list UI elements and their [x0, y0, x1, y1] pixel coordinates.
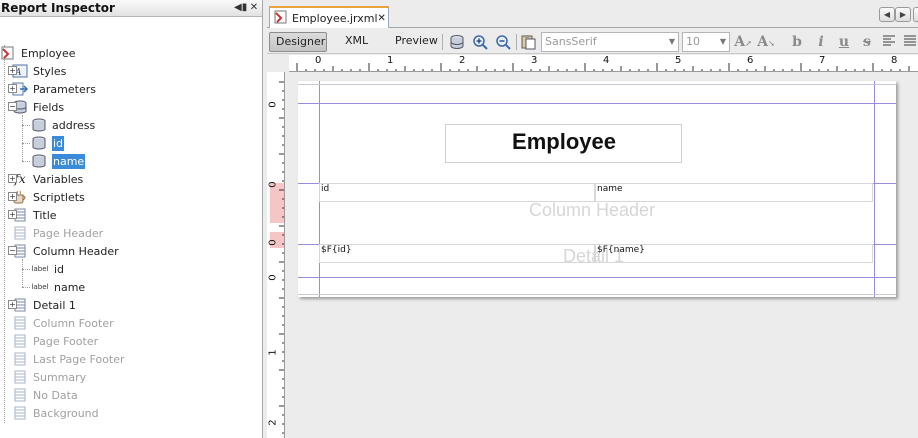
tree-item-background[interactable]: Background [12, 404, 99, 422]
collapse-toggle[interactable]: − [8, 246, 17, 255]
increase-font-icon[interactable]: A↗ [734, 33, 752, 51]
inspector-title: Report Inspector [1, 1, 115, 15]
field-icon [31, 118, 47, 132]
tree-item-summary[interactable]: Summary [12, 368, 86, 386]
report-icon [0, 46, 16, 60]
field-icon [31, 136, 47, 150]
expand-toggle[interactable]: + [8, 300, 17, 309]
tree-item-label-id[interactable]: label id [31, 260, 65, 278]
collapse-toggle[interactable]: − [8, 102, 17, 111]
tree-item-field-id[interactable]: id [31, 134, 65, 152]
tree-item-title-band[interactable]: + Title [8, 206, 57, 224]
column-header-id-label[interactable]: id [319, 183, 595, 202]
band-icon [12, 352, 28, 366]
report-page[interactable]: Employee Column Header id name Detail 1 … [298, 81, 896, 297]
ireport-window: Report Inspector ◀▮ ✕ Employee + A Style… [0, 0, 918, 438]
underline-icon[interactable]: u [835, 33, 853, 51]
font-name-select[interactable]: SansSerif ▼ [541, 32, 679, 52]
detail-id-textfield[interactable]: $F{id} [319, 244, 595, 263]
ruler-corner [267, 55, 289, 72]
tree-item-no-data[interactable]: No Data [12, 386, 78, 404]
tree-item-styles[interactable]: + A Styles [8, 62, 66, 80]
tree-item-last-page-footer[interactable]: Last Page Footer [12, 350, 125, 368]
expand-toggle[interactable]: + [8, 84, 17, 93]
tree-item-column-header[interactable]: − Column Header [8, 242, 119, 260]
field-icon [31, 154, 47, 168]
close-panel-icon[interactable]: ✕ [248, 2, 260, 14]
band-icon [12, 316, 28, 330]
tree-item-field-name[interactable]: name [31, 152, 86, 170]
designer-view-button[interactable]: Designer [269, 32, 327, 52]
tab-employee-jrxml[interactable]: Employee.jrxml ✕ [269, 6, 389, 28]
band-icon [12, 406, 28, 420]
report-inspector-panel: Report Inspector ◀▮ ✕ Employee + A Style… [0, 0, 263, 438]
label-icon: label [31, 283, 49, 291]
tree-item-detail-1[interactable]: + Detail 1 [8, 296, 76, 314]
document-tab-bar: Employee.jrxml ✕ ◀ ▶ [267, 0, 918, 28]
zoom-in-icon[interactable] [471, 33, 489, 51]
expand-toggle[interactable]: + [8, 66, 17, 75]
expand-toggle[interactable]: + [8, 192, 17, 201]
datasource-icon[interactable] [448, 33, 466, 51]
expand-toggle[interactable]: + [8, 174, 17, 183]
horizontal-ruler[interactable]: 0 1 2 3 4 5 6 7 8 [289, 55, 918, 72]
tree-item-fields[interactable]: − Fields [8, 98, 64, 116]
tree-item-parameters[interactable]: + Parameters [8, 80, 96, 98]
tree-item-employee[interactable]: Employee [0, 44, 75, 62]
tree-item-scriptlets[interactable]: + Scriptlets [8, 188, 85, 206]
tree-item-label-name[interactable]: label name [31, 278, 86, 296]
label-icon: label [31, 265, 49, 273]
scroll-tabs-right-icon[interactable]: ▶ [895, 7, 911, 22]
zoom-out-icon[interactable] [494, 33, 512, 51]
band-icon [12, 334, 28, 348]
column-header-band-label: Column Header [529, 200, 656, 220]
strikethrough-icon[interactable]: s [858, 33, 876, 51]
align-left-icon[interactable] [880, 33, 898, 51]
minimize-panel-icon[interactable]: ◀▮ [234, 2, 247, 14]
close-tab-icon[interactable]: ✕ [378, 13, 386, 24]
tree-item-page-header[interactable]: Page Header [12, 224, 103, 242]
xml-view-button[interactable]: XML [339, 32, 374, 52]
preview-view-button[interactable]: Preview [389, 32, 444, 52]
italic-icon[interactable]: i [812, 33, 830, 51]
expand-toggle[interactable]: + [8, 210, 17, 219]
bold-icon[interactable]: b [788, 33, 806, 51]
tree-item-column-footer[interactable]: Column Footer [12, 314, 114, 332]
tree-item-variables[interactable]: + fx Variables [8, 170, 83, 188]
font-size-select[interactable]: 10 ▼ [682, 32, 730, 52]
designer-toolbar: Designer XML Preview SansSerif ▼ 10 ▼ A↗… [267, 29, 918, 54]
tree-item-page-footer[interactable]: Page Footer [12, 332, 98, 350]
vertical-ruler[interactable]: 0 0 0 0 1 2 [267, 72, 285, 438]
scroll-tabs-left-icon[interactable]: ◀ [879, 7, 895, 22]
inspector-header: Report Inspector ◀▮ ✕ [0, 0, 262, 17]
clipboard-icon[interactable] [519, 33, 537, 51]
report-editor: Employee.jrxml ✕ ◀ ▶ Designer XML Previe… [267, 0, 918, 438]
band-icon [12, 388, 28, 402]
title-static-text[interactable]: Employee [445, 124, 682, 163]
align-justify-icon[interactable] [901, 33, 918, 51]
detail-name-textfield[interactable]: $F{name} [595, 244, 873, 263]
column-header-name-label[interactable]: name [595, 183, 873, 202]
tab-menu-icon[interactable] [913, 7, 918, 22]
band-icon [12, 226, 28, 240]
tree-item-field-address[interactable]: address [31, 116, 95, 134]
report-file-icon [274, 10, 288, 27]
decrease-font-icon[interactable]: A↘ [757, 33, 775, 51]
band-icon [12, 370, 28, 384]
